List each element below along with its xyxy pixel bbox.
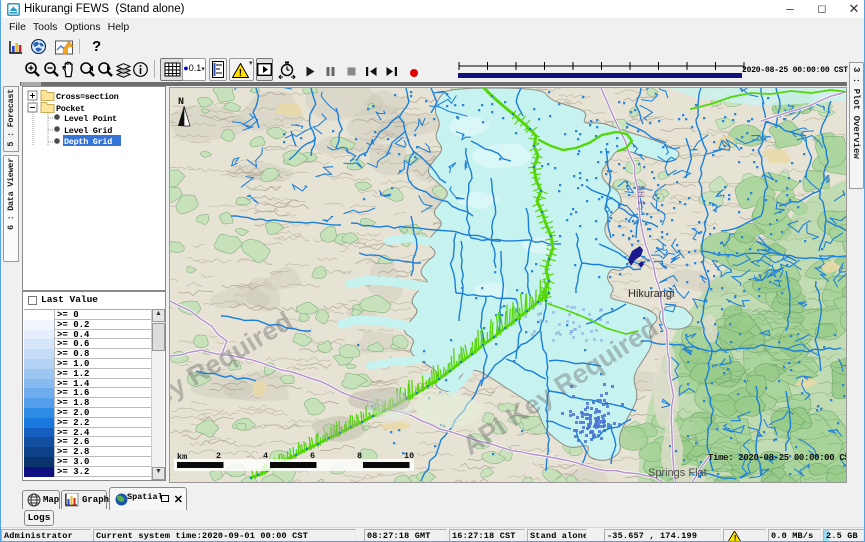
svg-text:10: 10 xyxy=(404,451,414,461)
svg-text:Depth Grid: Depth Grid xyxy=(64,137,112,147)
svg-text:km: km xyxy=(177,452,187,462)
svg-text:Hikurangi: Hikurangi xyxy=(628,288,674,300)
svg-text:Pocket: Pocket xyxy=(56,104,85,114)
svg-text:4: 4 xyxy=(263,451,268,461)
svg-text:Cross=section: Cross=section xyxy=(56,92,119,102)
svg-text:Level Grid: Level Grid xyxy=(64,126,112,136)
svg-text:8: 8 xyxy=(357,451,362,461)
svg-text:6: 6 xyxy=(310,451,315,461)
svg-text:Springs Flat: Springs Flat xyxy=(648,467,707,479)
svg-text:2: 2 xyxy=(216,451,221,461)
svg-text:N: N xyxy=(178,97,184,108)
svg-text:Level Point: Level Point xyxy=(64,114,117,124)
svg-text:SH 1: SH 1 xyxy=(636,185,646,205)
svg-text:!: ! xyxy=(239,68,242,78)
svg-text:Time: 2020-08-25 00:00:00 CST: Time: 2020-08-25 00:00:00 CST xyxy=(708,453,847,463)
